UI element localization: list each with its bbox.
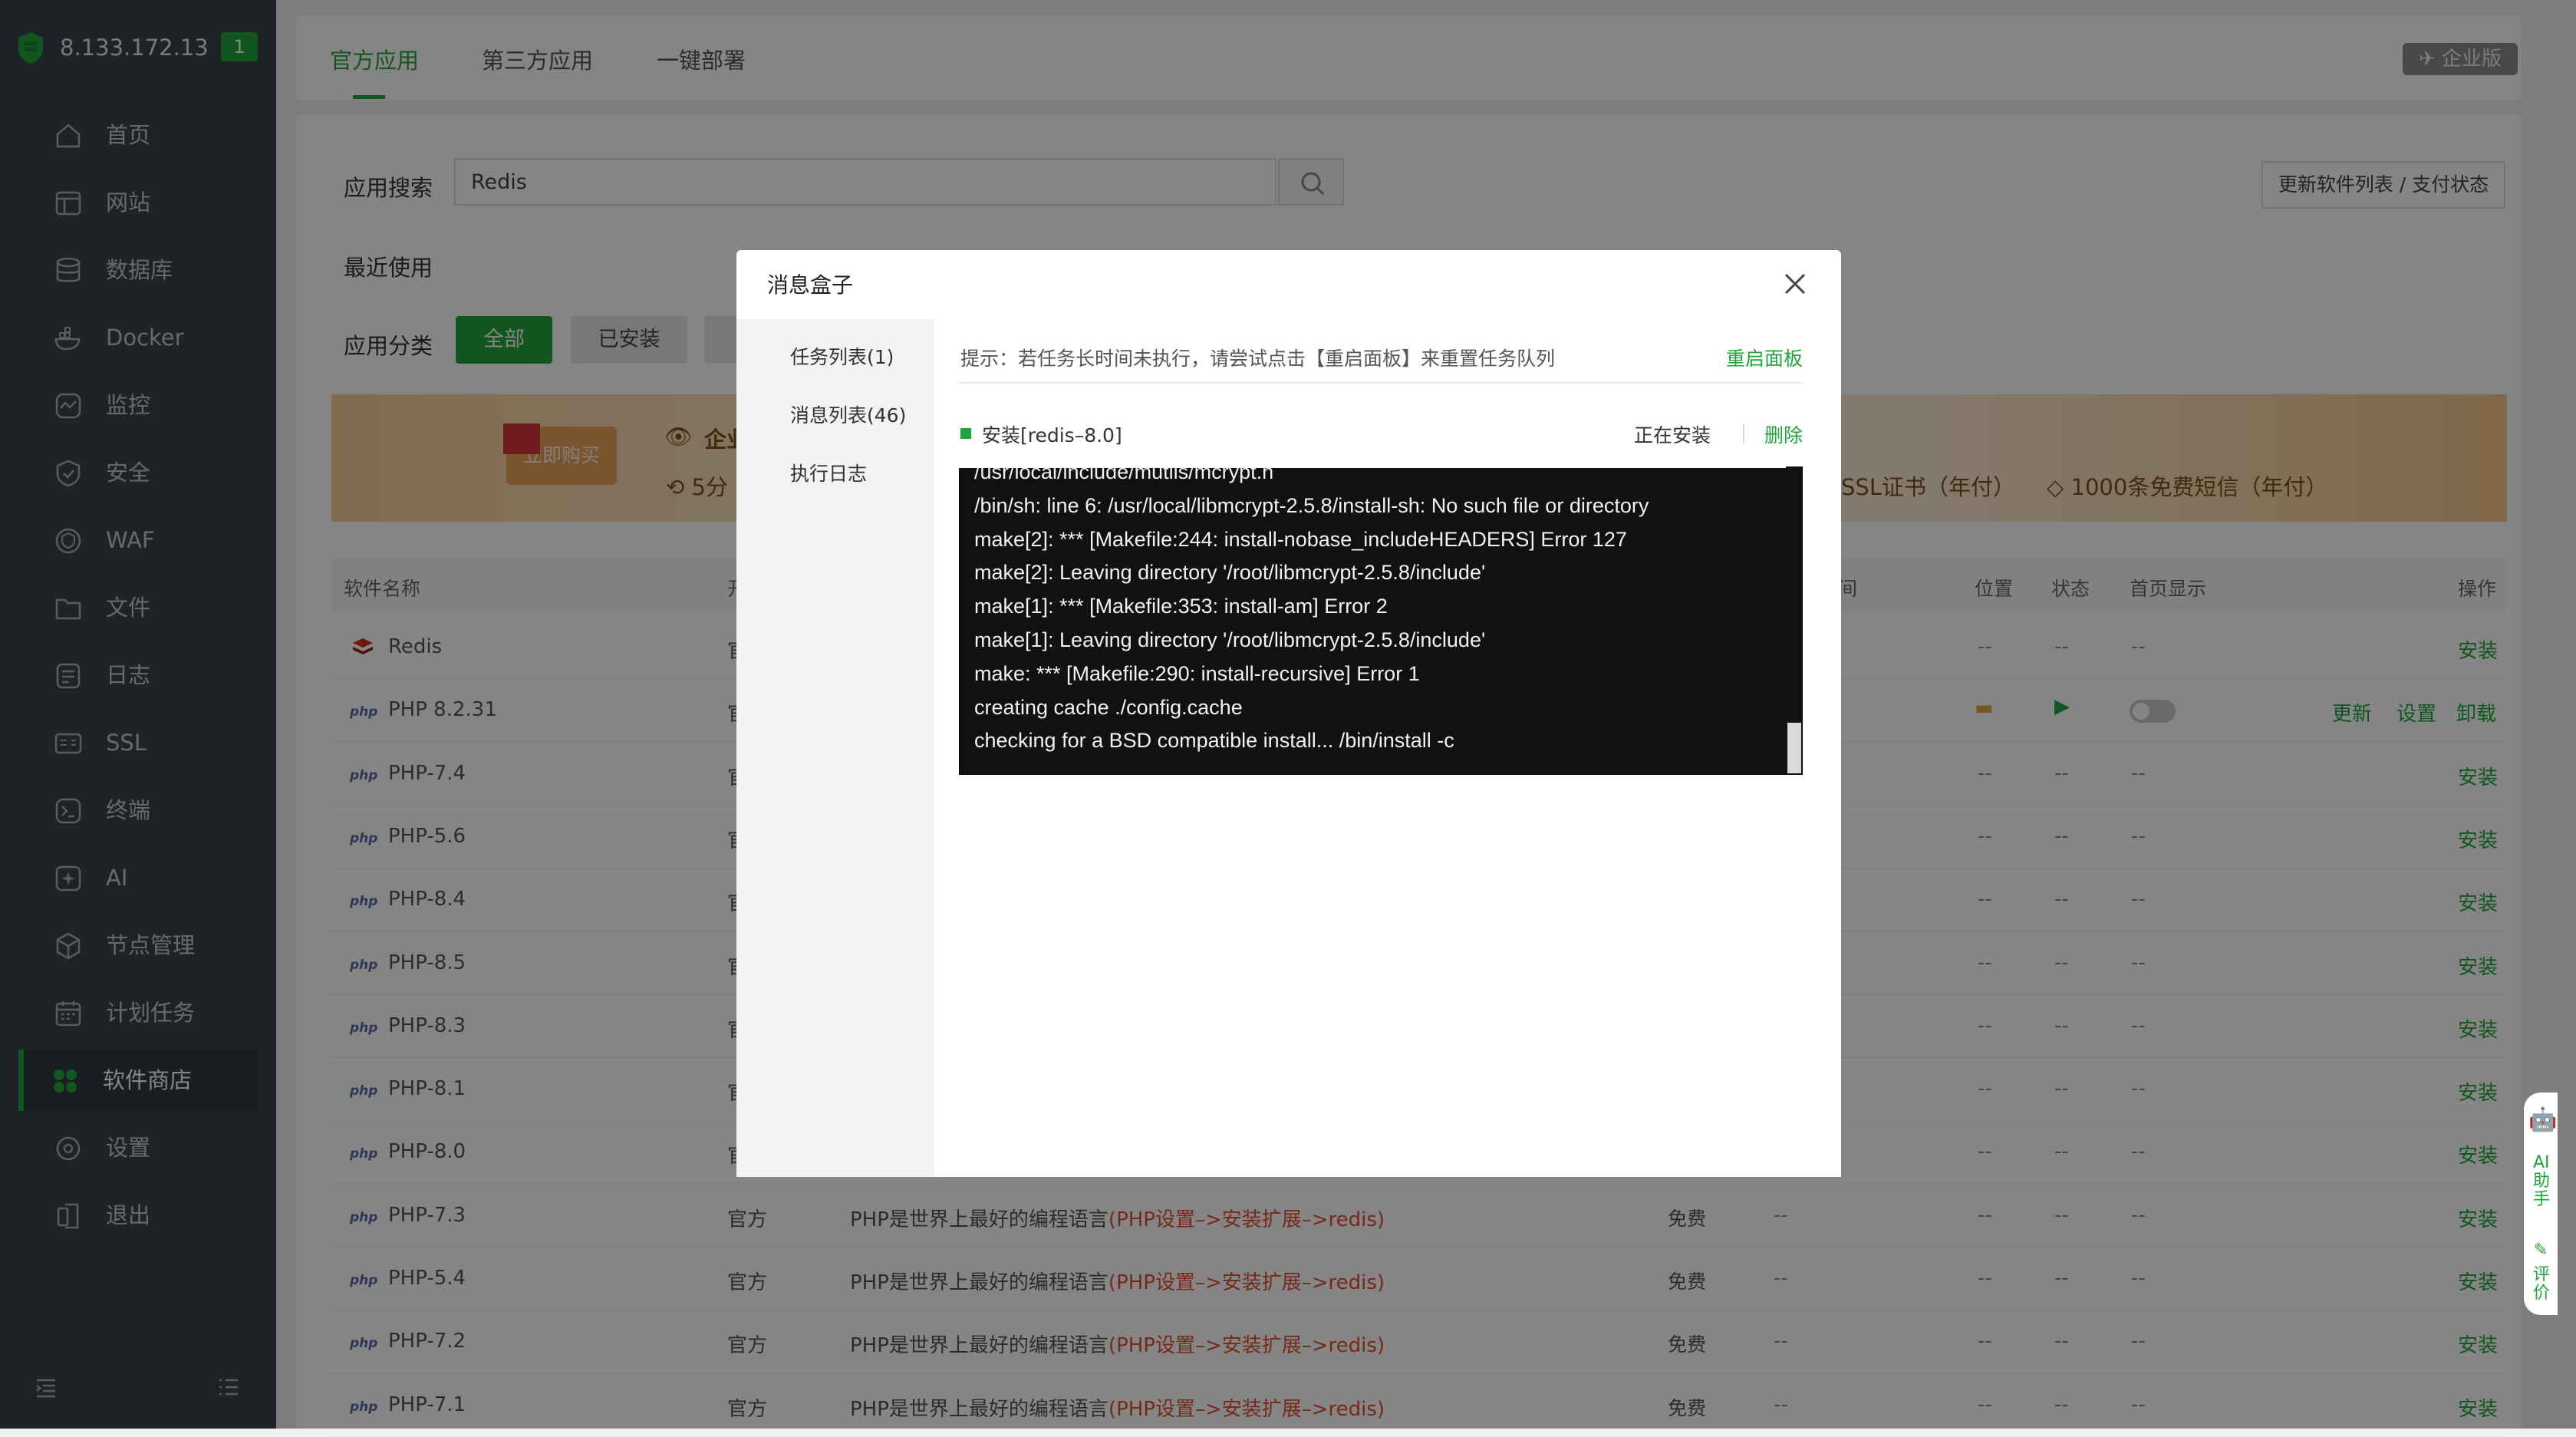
edit-icon: ✎ — [2533, 1241, 2548, 1260]
terminal-line: make: *** [Makefile:290: install-recursi… — [974, 661, 1420, 685]
terminal-line: make[1]: *** [Makefile:353: install-am] … — [974, 595, 1388, 618]
install-log-terminal[interactable]: /usr/local/include/mutils/mcrypt.h/bin/s… — [959, 468, 1801, 775]
divider — [1743, 424, 1744, 443]
close-icon[interactable] — [1781, 270, 1809, 298]
ai-helper-widget[interactable]: 🤖 AI助手 ✎ 评价 — [2524, 1093, 2558, 1315]
task-status-dot — [960, 428, 971, 439]
terminal-line: make[2]: *** [Makefile:244: install-noba… — [974, 527, 1627, 551]
ai-helper-label[interactable]: AI助手 — [2533, 1154, 2550, 1209]
terminal-line: checking for a BSD compatible install...… — [974, 729, 1454, 753]
message-box-modal: 消息盒子 任务列表(1) 消息列表(46) 执行日志 提示：若任务长时间未执行，… — [736, 250, 1841, 1177]
terminal-scrollbar-thumb[interactable] — [1787, 723, 1801, 773]
divider — [959, 382, 1803, 384]
task-name: 安装[redis–8.0] — [982, 424, 1122, 447]
ai-robot-icon: 🤖 — [2528, 1106, 2558, 1133]
terminal-line: creating cache ./config.cache — [974, 695, 1243, 719]
modal-side-menu: 任务列表(1) 消息列表(46) 执行日志 — [736, 319, 934, 1177]
terminal-line: /bin/sh: line 6: /usr/local/libmcrypt-2.… — [974, 493, 1649, 517]
terminal-line: /usr/local/include/mutils/mcrypt.h — [974, 468, 1274, 483]
side-tab-exec-log[interactable]: 执行日志 — [790, 459, 867, 486]
modal-title: 消息盒子 — [767, 272, 854, 298]
terminal-line: make[2]: Leaving directory '/root/libmcr… — [974, 561, 1486, 585]
task-tip-text: 提示：若任务长时间未执行，请尝试点击【重启面板】来重置任务队列 — [960, 348, 1556, 370]
side-tab-message-list[interactable]: 消息列表(46) — [790, 400, 906, 428]
restart-panel-link[interactable]: 重启面板 — [1726, 344, 1803, 371]
delete-task-link[interactable]: 删除 — [1764, 420, 1803, 448]
rate-label[interactable]: 评价 — [2533, 1266, 2550, 1303]
terminal-line: make[1]: Leaving directory '/root/libmcr… — [974, 628, 1486, 651]
side-tab-task-list[interactable]: 任务列表(1) — [790, 342, 894, 370]
task-status: 正在安装 — [1634, 424, 1711, 447]
